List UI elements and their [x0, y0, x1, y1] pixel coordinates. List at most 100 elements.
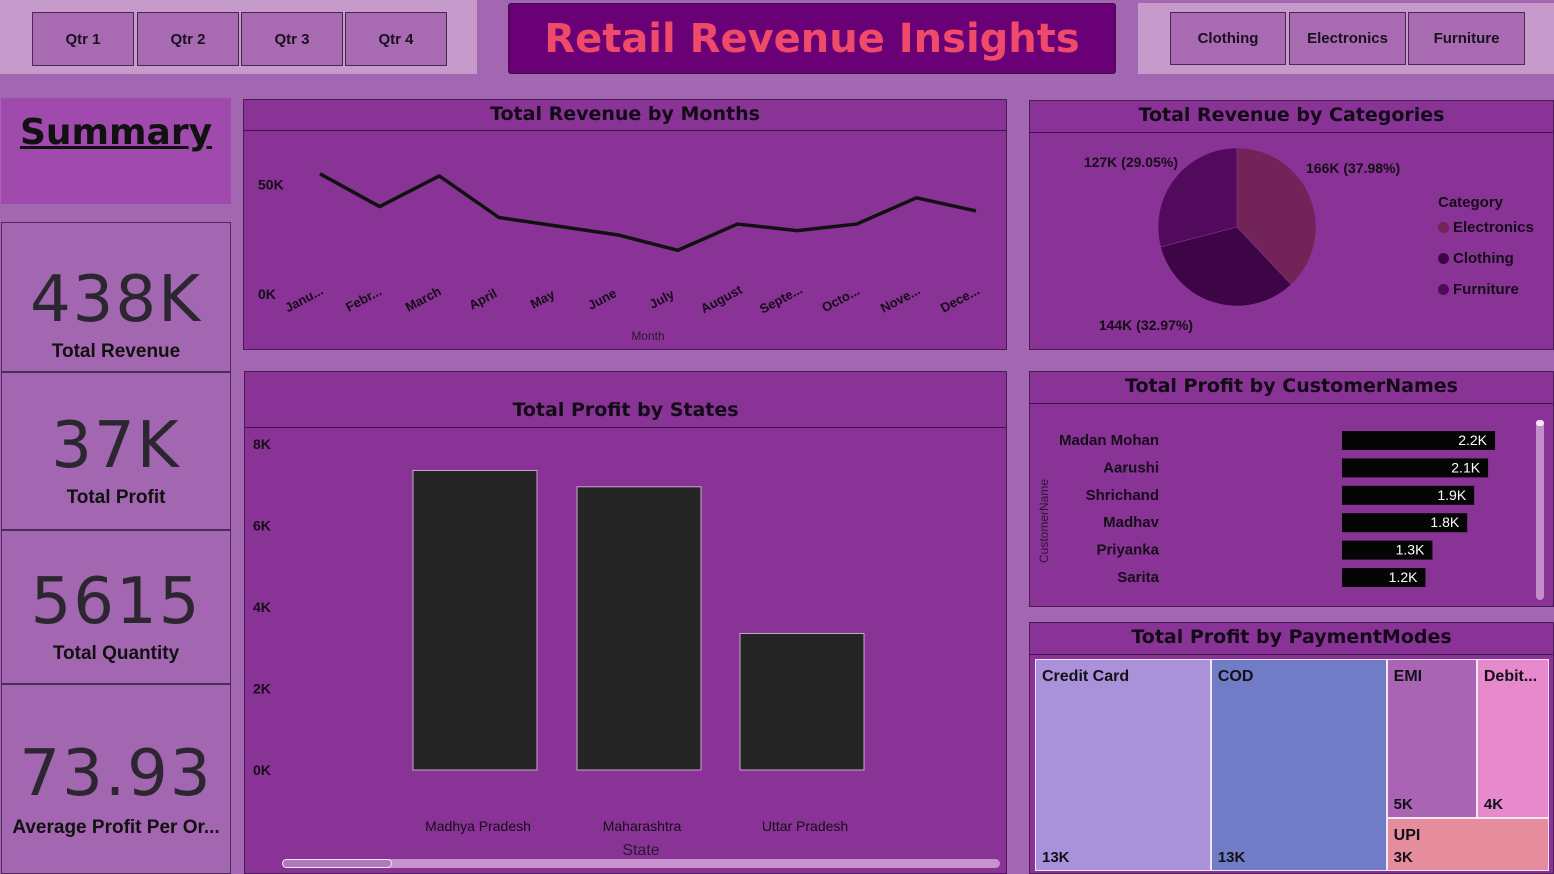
treemap-tile-emi[interactable]: EMI 5K	[1386, 659, 1477, 818]
x-tick-label: Octo...	[819, 283, 862, 315]
chart-title: Total Revenue by Months	[490, 103, 760, 125]
treemap-tile-label: EMI	[1393, 668, 1423, 685]
y-tick-label: 2K	[253, 681, 271, 697]
scrollbar-thumb[interactable]	[1536, 420, 1544, 426]
x-axis-title: Month	[631, 329, 664, 343]
chart-title: Total Profit by States	[512, 399, 739, 421]
treemap-tile-cod[interactable]: COD 13K	[1210, 659, 1387, 871]
kpi-label: Total Quantity	[52, 643, 180, 664]
slicer-clothing[interactable]: Clothing	[1170, 12, 1286, 65]
x-tick-label: August	[698, 282, 745, 317]
title-divider	[1030, 654, 1553, 655]
legend-item-electronics[interactable]: Electronics	[1438, 212, 1534, 243]
kpi-label: Average Profit Per Or...	[12, 817, 220, 838]
bar-data-label: 2.2K	[1458, 432, 1487, 448]
kpi-value: 5615	[30, 565, 202, 639]
bar-data-label: 1.2K	[1389, 569, 1418, 585]
treemap-tile-credit-card[interactable]: Credit Card 13K	[1035, 659, 1211, 871]
x-axis-title: State	[622, 842, 659, 859]
customer-bar-chart: Madan Mohan 2.2K Aarushi 2.1K Shrichand 1.9K M…	[1037, 431, 1496, 587]
kpi-label: Total Profit	[66, 487, 166, 508]
scrollbar-thumb[interactable]	[282, 859, 392, 868]
x-tick-label: March	[403, 283, 444, 314]
chart-title: Total Revenue by Categories	[1138, 104, 1445, 126]
treemap-tile-value: 5K	[1393, 796, 1413, 813]
profit-by-payment-panel: Total Profit by PaymentModes Credit Card…	[1029, 622, 1554, 874]
y-tick-label: Madhav	[1103, 514, 1160, 531]
y-tick-label: 4K	[253, 599, 271, 615]
legend-label: Electronics	[1453, 219, 1534, 236]
legend-dot-icon	[1438, 222, 1449, 233]
treemap-tile-label: UPI	[1393, 827, 1421, 844]
slicer-qtr-1[interactable]: Qtr 1	[32, 12, 134, 66]
y-tick-label: 0K	[258, 286, 276, 302]
revenue-by-category-panel: Total Revenue by Categories 166K (37.98%…	[1029, 100, 1554, 350]
pie-data-label: 166K (37.98%)	[1306, 160, 1400, 176]
x-tick-label: Nove...	[878, 282, 923, 315]
y-tick-label: Shrichand	[1086, 487, 1159, 504]
slicer-qtr-4[interactable]: Qtr 4	[345, 12, 447, 66]
kpi-card-total-revenue: 438K Total Revenue	[1, 222, 231, 372]
kpi-card-total-quantity: 5615 Total Quantity	[1, 530, 231, 684]
treemap-tile-label: Credit Card	[1042, 668, 1130, 685]
pie-data-label: 127K (29.05%)	[1084, 154, 1178, 170]
y-axis-title: CustomerName	[1037, 479, 1051, 563]
kpi-card-total-profit: 37K Total Profit	[1, 372, 231, 530]
horizontal-scrollbar[interactable]	[282, 859, 1000, 868]
slicer-electronics[interactable]: Electronics	[1289, 12, 1406, 65]
summary-header: Summary	[1, 98, 231, 204]
y-tick-label: Sarita	[1117, 569, 1159, 586]
treemap-tile-value: 3K	[1393, 849, 1413, 866]
legend-item-clothing[interactable]: Clothing	[1438, 243, 1534, 274]
dashboard-title-bar: Retail Revenue Insights	[508, 3, 1116, 74]
kpi-card-avg-profit: 73.93 Average Profit Per Or...	[1, 684, 231, 874]
x-tick-label: June	[585, 285, 619, 312]
payment-treemap: Credit Card 13K COD 13K EMI 5K Debit... 4K UPI 3K	[1035, 659, 1549, 871]
bar-data-label: 1.9K	[1437, 487, 1466, 503]
chart-title: Total Profit by CustomerNames	[1125, 375, 1458, 397]
treemap-tile-value: 13K	[1217, 849, 1246, 866]
kpi-label: Total Revenue	[51, 341, 181, 362]
revenue-by-month-panel: Total Revenue by Months 0K 50K Janu... Febr…	[243, 99, 1007, 350]
y-tick-label: 8K	[253, 436, 271, 452]
chart-title: Total Profit by PaymentModes	[1131, 626, 1452, 648]
revenue-line-chart: 0K 50K Janu... Febr... March April May June July…	[258, 172, 982, 343]
x-tick-label: Janu...	[282, 283, 325, 316]
legend-label: Furniture	[1453, 281, 1519, 298]
bar-maharashtra	[576, 486, 702, 771]
treemap-tile-value: 4K	[1483, 796, 1504, 813]
bar-madhya-pradesh	[412, 469, 538, 771]
treemap-tile-upi[interactable]: UPI 3K	[1386, 818, 1549, 871]
kpi-value: 73.93	[19, 737, 213, 811]
vertical-scrollbar[interactable]	[1536, 420, 1544, 600]
legend-label: Clothing	[1453, 250, 1514, 267]
treemap-tile-label: COD	[1217, 668, 1254, 685]
kpi-value: 37K	[51, 409, 181, 483]
treemap-tile-debit[interactable]: Debit... 4K	[1476, 659, 1549, 818]
x-tick-label: Febr...	[343, 283, 384, 314]
legend-dot-icon	[1438, 253, 1449, 264]
y-tick-label: Madan Mohan	[1059, 432, 1159, 449]
x-tick-label: July	[647, 286, 678, 312]
category-slicer: Clothing Electronics Furniture	[1138, 3, 1554, 74]
revenue-line	[319, 172, 977, 253]
x-tick-label: May	[528, 286, 558, 311]
x-tick-label: Septe...	[757, 282, 805, 317]
profit-bar-chart: 0K 2K 4K 6K 8K Madhya Pradesh Maharashtra Uttar…	[253, 436, 865, 859]
slicer-qtr-3[interactable]: Qtr 3	[241, 12, 343, 66]
slicer-furniture[interactable]: Furniture	[1408, 12, 1525, 65]
y-tick-label: 6K	[253, 518, 271, 534]
bar-data-label: 2.1K	[1451, 459, 1480, 475]
pie-data-label: 144K (32.97%)	[1099, 317, 1193, 333]
legend-item-furniture[interactable]: Furniture	[1438, 274, 1534, 305]
y-tick-label: Aarushi	[1103, 459, 1159, 476]
x-tick-label: Dece...	[938, 283, 982, 316]
summary-heading: Summary	[19, 112, 213, 153]
kpi-value: 438K	[29, 263, 203, 337]
profit-by-customer-panel: Total Profit by CustomerNames Madan Moha…	[1029, 371, 1554, 607]
dashboard-title: Retail Revenue Insights	[544, 15, 1080, 62]
y-tick-label: 0K	[253, 762, 271, 778]
slicer-qtr-2[interactable]: Qtr 2	[137, 12, 239, 66]
x-tick-label: Madhya Pradesh	[425, 818, 531, 834]
pie-legend: Category Electronics Clothing Furniture	[1438, 187, 1534, 305]
